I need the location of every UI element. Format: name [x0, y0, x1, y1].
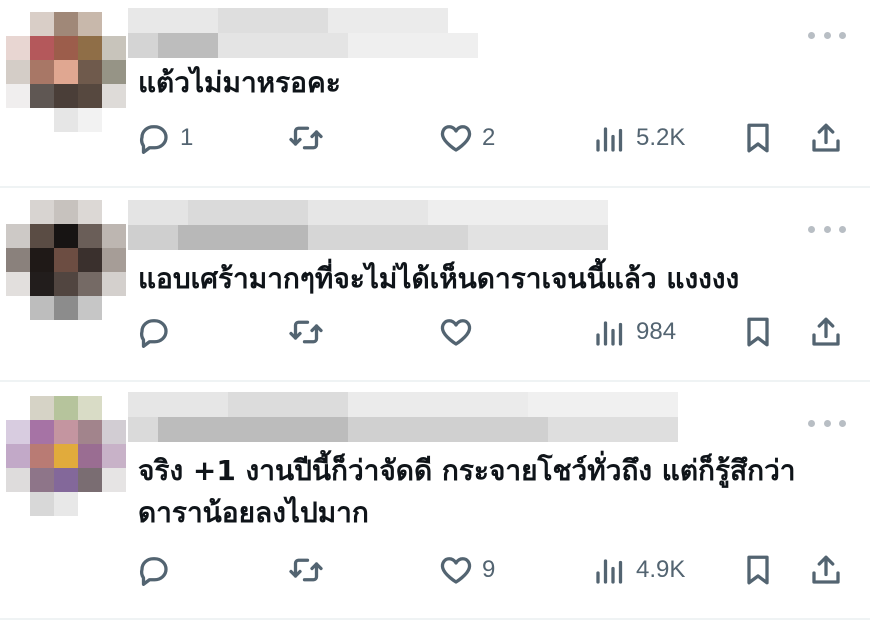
more-dot: [823, 225, 831, 233]
heart-icon: [440, 125, 472, 152]
avatar[interactable]: [6, 12, 126, 132]
retweet-arrows-icon: [289, 558, 323, 582]
reply-button[interactable]: [136, 312, 180, 352]
tweet-text: แต้วไม่มาหรอคะ: [138, 66, 341, 99]
bookmark-icon: [747, 123, 769, 153]
share-upload-icon: [812, 317, 840, 346]
retweet-button[interactable]: [288, 550, 332, 590]
heart-icon: [440, 319, 472, 346]
bookmark-button[interactable]: [740, 312, 776, 352]
more-dots-icon: [808, 31, 815, 39]
tweet-text: จริง +1 งานปีนี้ก็ว่าจัดดี กระจายโชว์ทั่…: [138, 454, 796, 529]
author-name-redacted[interactable]: [128, 392, 678, 442]
bookmark-icon: [747, 317, 769, 347]
tweet-actions: 984: [136, 312, 850, 352]
share-upload-icon: [812, 555, 840, 584]
view-count: 4.9K: [636, 556, 686, 583]
views-button[interactable]: 984: [592, 312, 676, 352]
bar-chart-icon: [596, 321, 623, 346]
share-upload-icon: [812, 123, 840, 152]
more-dot: [839, 225, 846, 233]
views-button[interactable]: 5.2K: [592, 118, 685, 158]
tweet-actions: 9 4.9K: [136, 550, 850, 590]
like-count: 2: [482, 124, 496, 151]
retweet-button[interactable]: [288, 312, 332, 352]
speech-bubble-icon: [140, 557, 168, 586]
bar-chart-icon: [596, 559, 623, 584]
tweet[interactable]: จริง +1 งานปีนี้ก็ว่าจัดดี กระจายโชว์ทั่…: [0, 382, 870, 620]
bookmark-icon: [747, 555, 769, 585]
more-dots-icon: [808, 419, 815, 427]
share-button[interactable]: [808, 312, 844, 352]
reply-button[interactable]: [136, 550, 180, 590]
share-button[interactable]: [808, 118, 844, 158]
share-button[interactable]: [808, 550, 844, 590]
more-options-button[interactable]: [808, 30, 846, 40]
more-dot: [823, 419, 831, 427]
tweet-actions: 1 2 5.2K: [136, 118, 850, 158]
reply-count: 1: [180, 124, 194, 151]
like-count: 9: [482, 556, 496, 583]
views-button[interactable]: 4.9K: [592, 550, 685, 590]
view-count: 984: [636, 318, 677, 345]
like-button[interactable]: 2: [438, 118, 495, 158]
retweet-arrows-icon: [289, 126, 323, 150]
tweet-text: แอบเศร้ามากๆที่จะไม่ได้เห็นดาราเจนนี้แล้…: [138, 262, 740, 295]
more-dot: [839, 31, 846, 39]
avatar[interactable]: [6, 396, 126, 516]
retweet-arrows-icon: [289, 320, 323, 344]
bookmark-button[interactable]: [740, 550, 776, 590]
more-options-button[interactable]: [808, 418, 846, 428]
retweet-button[interactable]: [288, 118, 332, 158]
bar-chart-icon: [596, 127, 623, 152]
more-dots-icon: [808, 225, 815, 233]
more-dot: [839, 419, 846, 427]
reply-button[interactable]: 1: [136, 118, 193, 158]
like-button[interactable]: 9: [438, 550, 495, 590]
more-options-button[interactable]: [808, 224, 846, 234]
reply-feed: แต้วไม่มาหรอคะ 1 2 5.2K แอบเศร้ามากๆที่จ…: [0, 0, 870, 620]
more-dot: [823, 31, 831, 39]
bookmark-button[interactable]: [740, 118, 776, 158]
author-name-redacted[interactable]: [128, 8, 478, 58]
like-button[interactable]: [438, 312, 482, 352]
heart-icon: [440, 557, 472, 584]
tweet[interactable]: แอบเศร้ามากๆที่จะไม่ได้เห็นดาราเจนนี้แล้…: [0, 188, 870, 380]
avatar[interactable]: [6, 200, 126, 320]
speech-bubble-icon: [140, 125, 168, 154]
tweet[interactable]: แต้วไม่มาหรอคะ 1 2 5.2K: [0, 0, 870, 186]
author-name-redacted[interactable]: [128, 200, 608, 250]
view-count: 5.2K: [636, 124, 686, 151]
speech-bubble-icon: [140, 319, 168, 348]
